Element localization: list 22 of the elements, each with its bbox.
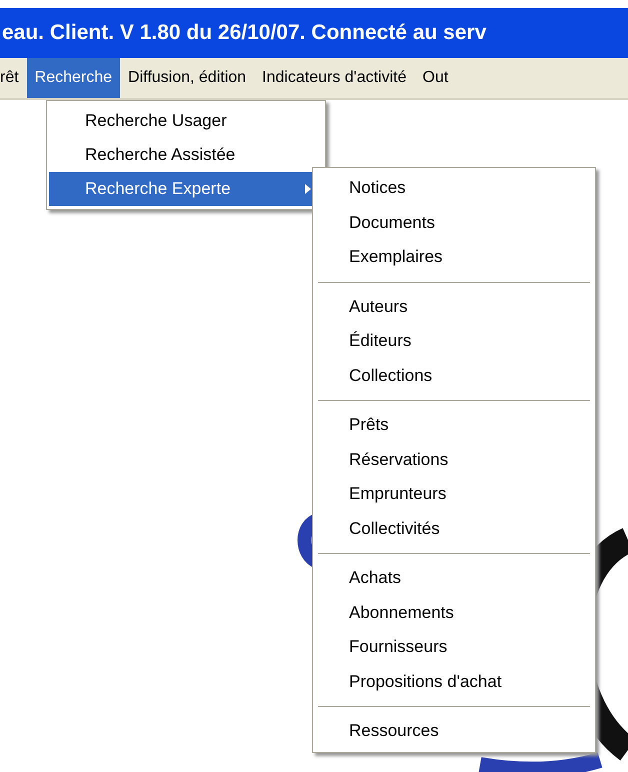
menu-item[interactable]: Exemplaires: [315, 240, 593, 274]
menu-item[interactable]: Recherche Usager: [49, 104, 323, 138]
menu-item[interactable]: Collectivités: [315, 512, 593, 546]
menu-item[interactable]: Auteurs: [315, 290, 593, 324]
menu-item[interactable]: Recherche Assistée: [49, 138, 323, 172]
menu-item[interactable]: Abonnements: [315, 596, 593, 630]
window-title: eau. Client. V 1.80 du 26/10/07. Connecté au serv: [1, 21, 486, 45]
menu-item[interactable]: Achats: [315, 561, 593, 596]
menu-item[interactable]: Documents: [315, 206, 593, 240]
menu-item[interactable]: Éditeurs: [315, 324, 593, 358]
menu-item[interactable]: Réservations: [315, 442, 593, 477]
menu-item[interactable]: Fournisseurs: [315, 630, 593, 664]
menu-item[interactable]: Ressources: [315, 714, 593, 748]
menu-item[interactable]: Diffusion, édition: [120, 58, 254, 98]
menu-item[interactable]: Out: [414, 58, 456, 98]
menu-item[interactable]: Collections: [315, 358, 593, 393]
menu-item[interactable]: Propositions d'achat: [315, 664, 593, 699]
menu-item[interactable]: Recherche: [26, 58, 120, 98]
menu-item[interactable]: rêt: [0, 58, 27, 98]
menu-item[interactable]: Emprunteurs: [315, 477, 593, 512]
menu-item[interactable]: Indicateurs d'activité: [254, 58, 415, 98]
menu-item[interactable]: Prêts: [315, 408, 593, 442]
